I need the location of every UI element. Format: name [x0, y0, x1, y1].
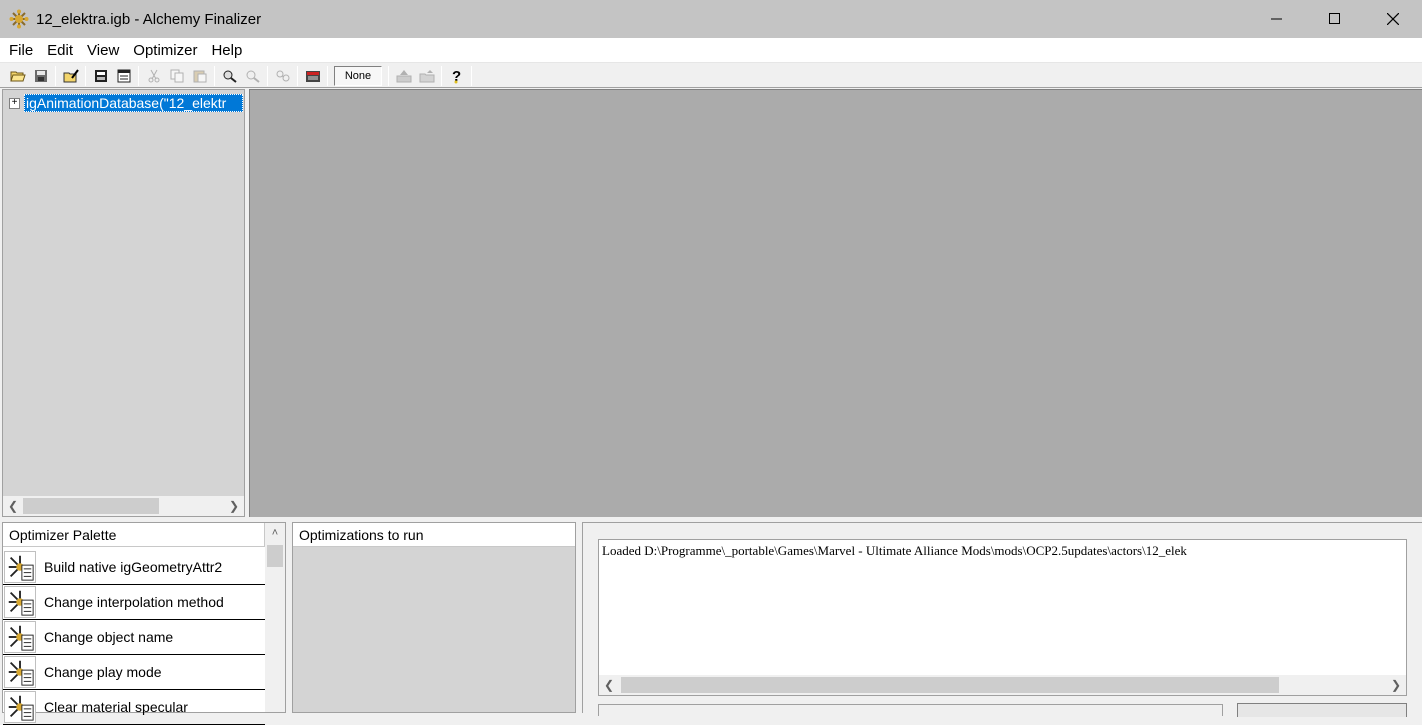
menu-view[interactable]: View — [80, 38, 126, 63]
record-icon — [305, 70, 320, 82]
copy-icon — [170, 69, 183, 82]
save-icon — [34, 69, 47, 82]
record-button[interactable] — [301, 65, 324, 87]
optimizer-palette: Optimizer Palette Build native igGeometr… — [2, 522, 286, 725]
minimize-button[interactable] — [1248, 0, 1306, 38]
alchemy-app-icon — [9, 9, 29, 29]
optimizations-to-run-list[interactable]: Optimizations to run — [292, 522, 576, 713]
folder-up-icon — [419, 69, 434, 82]
up-button[interactable] — [392, 65, 415, 87]
log-output[interactable]: Loaded D:\Programme\_portable\Games\Marv… — [598, 539, 1407, 696]
palette-item-label: Build native igGeometryAttr2 — [44, 559, 223, 575]
cut-icon — [148, 69, 159, 82]
edit-button[interactable] — [59, 65, 82, 87]
window-title: 12_elektra.igb - Alchemy Finalizer — [36, 10, 262, 28]
palette-vertical-scrollbar[interactable]: ˄ — [265, 523, 285, 712]
scroll-up-icon[interactable]: ˄ — [265, 523, 285, 543]
status-field — [598, 704, 1223, 716]
close-icon — [1387, 13, 1399, 25]
palette-item[interactable]: Change play mode — [3, 655, 265, 690]
title-bar: 12_elektra.igb - Alchemy Finalizer — [0, 0, 1422, 38]
scroll-thumb[interactable] — [267, 545, 283, 567]
palette-item[interactable]: Clear material specular — [3, 690, 265, 725]
menu-bar: File Edit View Optimizer Help — [0, 38, 1422, 63]
toolbar-separator — [297, 65, 298, 86]
export-button[interactable] — [89, 65, 112, 87]
palette-list: Build native igGeometryAttr2 Change inte… — [3, 550, 265, 725]
toolbar-separator — [388, 65, 389, 86]
help-icon: ? — [452, 68, 461, 84]
find-button[interactable] — [218, 65, 241, 87]
optimize-icon — [276, 70, 289, 81]
optimizer-icon — [4, 551, 36, 583]
properties-icon — [117, 69, 130, 82]
tree-horizontal-scrollbar[interactable]: ❮ ❯ — [3, 496, 244, 516]
toolbar-separator — [471, 65, 472, 86]
optimize-button[interactable] — [271, 65, 294, 87]
toolbar: None ? — [0, 64, 1422, 88]
minimize-icon — [1271, 18, 1282, 20]
palette-item[interactable]: Change object name — [3, 620, 265, 655]
help-button[interactable]: ? — [445, 65, 468, 87]
cut-button[interactable] — [142, 65, 165, 87]
log-text: Loaded D:\Programme\_portable\Games\Marv… — [602, 543, 1187, 558]
render-viewport[interactable] — [249, 89, 1422, 517]
toolbar-separator — [441, 65, 442, 86]
palette-item-label: Change play mode — [44, 664, 162, 680]
mode-dropdown[interactable]: None — [334, 65, 382, 86]
toolbar-separator — [85, 65, 86, 86]
tree-node-root[interactable]: + igAnimationDatabase("12_elektr — [9, 94, 243, 112]
scene-tree[interactable]: + igAnimationDatabase("12_elektr ❮ ❯ — [2, 89, 245, 517]
paste-button[interactable] — [188, 65, 211, 87]
toolbar-separator — [267, 65, 268, 86]
action-button[interactable] — [1237, 703, 1407, 717]
expand-plus-icon[interactable]: + — [9, 97, 20, 109]
up-icon — [396, 69, 411, 82]
log-horizontal-scrollbar[interactable]: ❮ ❯ — [599, 675, 1406, 695]
save-button[interactable] — [29, 65, 52, 87]
palette-item[interactable]: Change interpolation method — [3, 585, 265, 620]
toolbar-separator — [138, 65, 139, 86]
scroll-thumb[interactable] — [23, 498, 159, 514]
copy-button[interactable] — [165, 65, 188, 87]
find-next-icon — [246, 70, 260, 83]
open-folder-icon — [9, 71, 26, 81]
find-icon — [223, 70, 237, 83]
optimizer-icon — [4, 586, 36, 618]
edit-icon — [63, 68, 79, 82]
find-next-button[interactable] — [241, 65, 264, 87]
optimizer-icon — [4, 656, 36, 688]
toolbar-separator — [214, 65, 215, 86]
optimizations-header: Optimizations to run — [293, 523, 575, 547]
menu-file[interactable]: File — [2, 38, 40, 63]
export-icon — [94, 69, 107, 82]
maximize-button[interactable] — [1306, 0, 1364, 38]
menu-edit[interactable]: Edit — [40, 38, 80, 63]
optimizer-icon — [4, 621, 36, 653]
scroll-left-icon[interactable]: ❮ — [599, 675, 619, 695]
properties-button[interactable] — [112, 65, 135, 87]
palette-header: Optimizer Palette — [3, 523, 265, 547]
scroll-left-icon[interactable]: ❮ — [3, 496, 23, 516]
menu-optimizer[interactable]: Optimizer — [126, 38, 204, 63]
palette-item[interactable]: Build native igGeometryAttr2 — [3, 550, 265, 585]
scroll-right-icon[interactable]: ❯ — [224, 496, 244, 516]
log-pane: Loaded D:\Programme\_portable\Games\Marv… — [582, 522, 1422, 717]
folder-up-button[interactable] — [415, 65, 438, 87]
paste-icon — [193, 70, 206, 82]
optimizer-icon — [4, 691, 36, 723]
toolbar-separator — [327, 65, 328, 86]
scroll-thumb[interactable] — [621, 677, 1279, 693]
menu-help[interactable]: Help — [204, 38, 249, 63]
maximize-icon — [1329, 13, 1340, 24]
tree-node-label[interactable]: igAnimationDatabase("12_elektr — [24, 94, 243, 112]
scroll-right-icon[interactable]: ❯ — [1386, 675, 1406, 695]
toolbar-separator — [55, 65, 56, 86]
close-button[interactable] — [1364, 0, 1422, 38]
open-button[interactable] — [6, 65, 29, 87]
palette-item-label: Change object name — [44, 629, 174, 645]
palette-item-label: Change interpolation method — [44, 594, 224, 610]
